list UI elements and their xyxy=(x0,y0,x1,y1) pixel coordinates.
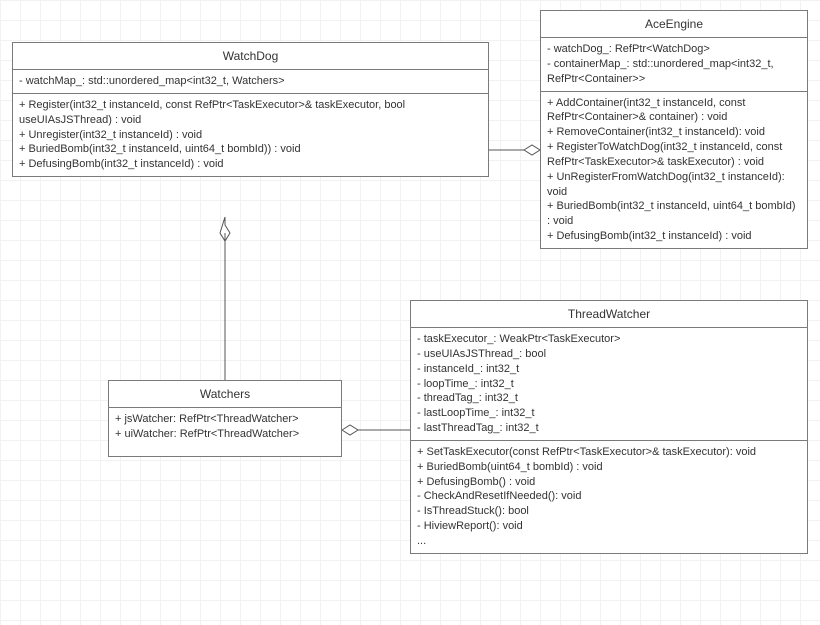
op-line: + Register(int32_t instanceId, const Ref… xyxy=(19,98,482,128)
op-line: + DefusingBomb(int32_t instanceId) : voi… xyxy=(547,229,801,244)
op-line: + jsWatcher: RefPtr<ThreadWatcher> xyxy=(115,412,335,427)
attr-line: - instanceId_: int32_t xyxy=(417,362,801,377)
class-watchers[interactable]: Watchers + jsWatcher: RefPtr<ThreadWatch… xyxy=(108,380,342,457)
op-line: + UnRegisterFromWatchDog(int32_t instanc… xyxy=(547,170,801,200)
op-line: + SetTaskExecutor(const RefPtr<TaskExecu… xyxy=(417,445,801,460)
attr-line: - taskExecutor_: WeakPtr<TaskExecutor> xyxy=(417,332,801,347)
op-line: + BuriedBomb(int32_t instanceId, uint64_… xyxy=(547,199,801,229)
op-line: + RemoveContainer(int32_t instanceId): v… xyxy=(547,125,801,140)
class-aceengine[interactable]: AceEngine - watchDog_: RefPtr<WatchDog> … xyxy=(540,10,808,249)
attr-line: - lastLoopTime_: int32_t xyxy=(417,406,801,421)
op-line: + AddContainer(int32_t instanceId, const… xyxy=(547,96,801,126)
op-line: - CheckAndResetIfNeeded(): void xyxy=(417,489,801,504)
op-line: - IsThreadStuck(): bool xyxy=(417,504,801,519)
op-line: ... xyxy=(417,534,801,549)
attr-line: - useUIAsJSThread_: bool xyxy=(417,347,801,362)
class-title: WatchDog xyxy=(13,43,488,70)
class-attrs: - watchMap_: std::unordered_map<int32_t,… xyxy=(13,70,488,94)
attr-line: - loopTime_: int32_t xyxy=(417,377,801,392)
class-title: ThreadWatcher xyxy=(411,301,807,328)
class-title: Watchers xyxy=(109,381,341,408)
op-line: + Unregister(int32_t instanceId) : void xyxy=(19,128,482,143)
op-line: + uiWatcher: RefPtr<ThreadWatcher> xyxy=(115,427,335,442)
class-ops: + SetTaskExecutor(const RefPtr<TaskExecu… xyxy=(411,441,807,553)
class-attrs: - taskExecutor_: WeakPtr<TaskExecutor> -… xyxy=(411,328,807,441)
class-threadwatcher[interactable]: ThreadWatcher - taskExecutor_: WeakPtr<T… xyxy=(410,300,808,554)
class-ops: + jsWatcher: RefPtr<ThreadWatcher> + uiW… xyxy=(109,408,341,456)
attr-line: - containerMap_: std::unordered_map<int3… xyxy=(547,57,801,87)
op-line: + BuriedBomb(uint64_t bombId) : void xyxy=(417,460,801,475)
class-title: AceEngine xyxy=(541,11,807,38)
attr-line: - watchMap_: std::unordered_map<int32_t,… xyxy=(19,74,482,89)
class-watchdog[interactable]: WatchDog - watchMap_: std::unordered_map… xyxy=(12,42,489,177)
attr-line: - watchDog_: RefPtr<WatchDog> xyxy=(547,42,801,57)
op-line: + DefusingBomb() : void xyxy=(417,475,801,490)
op-line: + RegisterToWatchDog(int32_t instanceId,… xyxy=(547,140,801,170)
class-ops: + AddContainer(int32_t instanceId, const… xyxy=(541,92,807,248)
attr-line: - lastThreadTag_: int32_t xyxy=(417,421,801,436)
op-line: - HiviewReport(): void xyxy=(417,519,801,534)
op-line: + DefusingBomb(int32_t instanceId) : voi… xyxy=(19,157,482,172)
op-line: + BuriedBomb(int32_t instanceId, uint64_… xyxy=(19,142,482,157)
attr-line: - threadTag_: int32_t xyxy=(417,391,801,406)
class-attrs: - watchDog_: RefPtr<WatchDog> - containe… xyxy=(541,38,807,92)
class-ops: + Register(int32_t instanceId, const Ref… xyxy=(13,94,488,176)
